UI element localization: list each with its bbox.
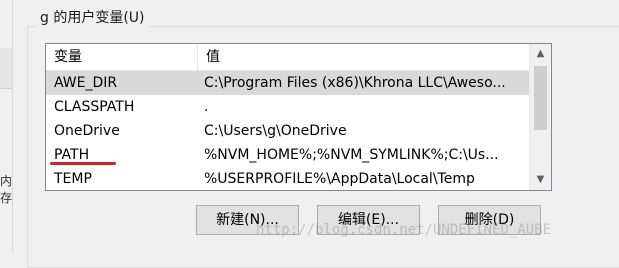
scrollbar-thumb[interactable] xyxy=(534,66,547,130)
left-panel-strip xyxy=(0,48,12,89)
list-row-path[interactable]: PATH %NVM_HOME%;%NVM_SYMLINK%;C:\Us... xyxy=(46,143,529,167)
list-row-classpath[interactable]: CLASSPATH . xyxy=(46,95,529,119)
group-title: g 的用户变量(U) xyxy=(36,8,149,28)
row-value: . xyxy=(204,99,209,115)
row-name: CLASSPATH xyxy=(54,99,135,115)
delete-button[interactable]: 删除(D) xyxy=(438,205,541,235)
red-underline-annotation xyxy=(50,162,116,165)
row-value: C:\Program Files (x86)\Khrona LLC\Aweso.… xyxy=(204,75,506,91)
list-row-onedrive[interactable]: OneDrive C:\Users\g\OneDrive xyxy=(46,119,529,143)
list-rows: AWE_DIR C:\Program Files (x86)\Khrona LL… xyxy=(46,71,529,190)
row-name: OneDrive xyxy=(54,123,120,139)
left-panel: 内存 xyxy=(0,0,13,252)
row-value: C:\Users\g\OneDrive xyxy=(204,123,347,139)
vertical-scrollbar[interactable]: ▲ ▼ xyxy=(529,44,551,190)
left-edge-text: 内存 xyxy=(0,174,13,205)
scroll-up-arrow-icon[interactable]: ▲ xyxy=(530,44,551,64)
scroll-down-arrow-icon[interactable]: ▼ xyxy=(530,170,551,190)
new-button[interactable]: 新建(N)... xyxy=(196,205,299,235)
column-header-variable[interactable]: 变量 xyxy=(46,44,198,70)
list-header: 变量 值 xyxy=(46,44,529,71)
row-value: %NVM_HOME%;%NVM_SYMLINK%;C:\Us... xyxy=(204,147,499,163)
list-row-awe-dir[interactable]: AWE_DIR C:\Program Files (x86)\Khrona LL… xyxy=(46,71,529,95)
row-value: %USERPROFILE%\AppData\Local\Temp xyxy=(204,171,475,187)
user-variables-list[interactable]: 变量 值 AWE_DIR C:\Program Files (x86)\Khro… xyxy=(45,43,552,191)
list-row-temp[interactable]: TEMP %USERPROFILE%\AppData\Local\Temp xyxy=(46,167,529,190)
row-name: AWE_DIR xyxy=(54,75,118,91)
edit-button[interactable]: 编辑(E)... xyxy=(317,205,420,235)
column-header-value[interactable]: 值 xyxy=(198,44,529,70)
row-name: TEMP xyxy=(54,171,92,187)
